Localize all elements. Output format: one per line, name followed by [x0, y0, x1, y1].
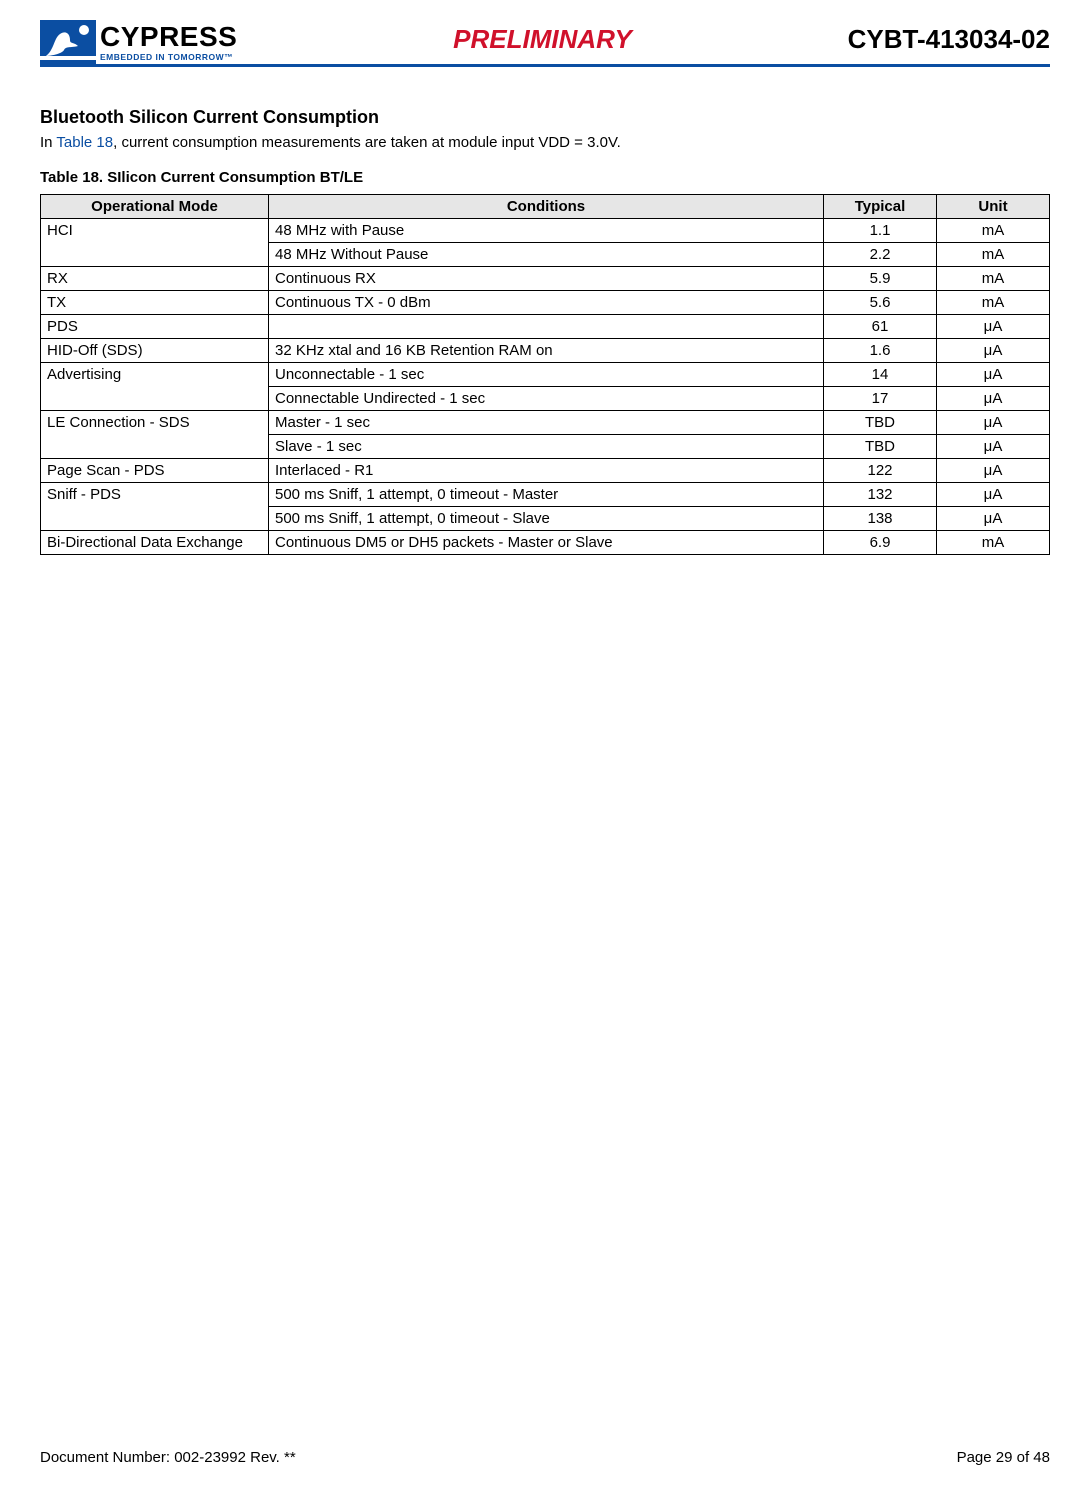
document-number: Document Number: 002-23992 Rev. **: [40, 1449, 296, 1466]
page-header: CYPRESS EMBEDDED IN TOMORROW™ PRELIMINAR…: [40, 20, 1050, 67]
cell-unit: μA: [937, 315, 1050, 339]
cell-conditions: Master - 1 sec: [269, 411, 824, 435]
table-row: LE Connection - SDSMaster - 1 secTBDμA: [41, 411, 1050, 435]
cell-unit: mA: [937, 531, 1050, 555]
section-title: Bluetooth Silicon Current Consumption: [40, 107, 1050, 128]
cell-conditions: Continuous TX - 0 dBm: [269, 291, 824, 315]
intro-suffix: , current consumption measurements are t…: [113, 134, 621, 151]
cell-conditions: Continuous RX: [269, 267, 824, 291]
cell-conditions: Unconnectable - 1 sec: [269, 363, 824, 387]
cell-conditions: 32 KHz xtal and 16 KB Retention RAM on: [269, 339, 824, 363]
table-caption: Table 18. SIlicon Current Consumption BT…: [40, 169, 1050, 186]
cell-mode: LE Connection - SDS: [41, 411, 269, 459]
cell-mode: Page Scan - PDS: [41, 459, 269, 483]
cell-typical: 14: [824, 363, 937, 387]
cell-typical: TBD: [824, 435, 937, 459]
cell-unit: μA: [937, 363, 1050, 387]
cell-unit: mA: [937, 219, 1050, 243]
cell-typical: TBD: [824, 411, 937, 435]
cell-unit: μA: [937, 339, 1050, 363]
company-logo: CYPRESS EMBEDDED IN TOMORROW™: [40, 20, 237, 64]
table-row: Bi-Directional Data ExchangeContinuous D…: [41, 531, 1050, 555]
cell-typical: 5.9: [824, 267, 937, 291]
cell-typical: 2.2: [824, 243, 937, 267]
table-18-link[interactable]: Table 18: [56, 134, 113, 151]
cypress-tree-icon: [40, 20, 96, 64]
cell-unit: μA: [937, 387, 1050, 411]
cell-conditions: Continuous DM5 or DH5 packets - Master o…: [269, 531, 824, 555]
cell-conditions: Slave - 1 sec: [269, 435, 824, 459]
table-row: Sniff - PDS500 ms Sniff, 1 attempt, 0 ti…: [41, 483, 1050, 507]
cell-unit: mA: [937, 243, 1050, 267]
cell-unit: μA: [937, 459, 1050, 483]
cell-conditions: Interlaced - R1: [269, 459, 824, 483]
cell-mode: HID-Off (SDS): [41, 339, 269, 363]
cell-typical: 5.6: [824, 291, 937, 315]
cell-typical: 6.9: [824, 531, 937, 555]
cell-typical: 132: [824, 483, 937, 507]
table-body: HCI48 MHz with Pause1.1mA48 MHz Without …: [41, 219, 1050, 555]
cell-unit: μA: [937, 411, 1050, 435]
table-row: HCI48 MHz with Pause1.1mA: [41, 219, 1050, 243]
cell-conditions: 48 MHz with Pause: [269, 219, 824, 243]
cell-mode: Sniff - PDS: [41, 483, 269, 531]
cell-mode: HCI: [41, 219, 269, 267]
table-row: HID-Off (SDS)32 KHz xtal and 16 KB Reten…: [41, 339, 1050, 363]
table-header-row: Operational Mode Conditions Typical Unit: [41, 195, 1050, 219]
cell-unit: mA: [937, 291, 1050, 315]
col-header-conditions: Conditions: [269, 195, 824, 219]
cell-typical: 17: [824, 387, 937, 411]
cell-unit: μA: [937, 507, 1050, 531]
preliminary-watermark: PRELIMINARY: [453, 24, 632, 55]
table-row: RXContinuous RX5.9mA: [41, 267, 1050, 291]
cell-conditions: Connectable Undirected - 1 sec: [269, 387, 824, 411]
document-code: CYBT-413034-02: [848, 24, 1050, 55]
cell-typical: 61: [824, 315, 937, 339]
cell-unit: μA: [937, 435, 1050, 459]
cell-conditions: 500 ms Sniff, 1 attempt, 0 timeout - Sla…: [269, 507, 824, 531]
header-left: CYPRESS EMBEDDED IN TOMORROW™: [40, 20, 237, 64]
cell-unit: mA: [937, 267, 1050, 291]
cell-typical: 122: [824, 459, 937, 483]
logo-main-text: CYPRESS: [100, 23, 237, 51]
cell-mode: PDS: [41, 315, 269, 339]
cell-typical: 138: [824, 507, 937, 531]
logo-text: CYPRESS EMBEDDED IN TOMORROW™: [100, 23, 237, 62]
cell-mode: RX: [41, 267, 269, 291]
logo-sub-text: EMBEDDED IN TOMORROW™: [100, 53, 237, 62]
section-intro: In Table 18, current consumption measure…: [40, 134, 1050, 151]
cell-typical: 1.6: [824, 339, 937, 363]
table-row: PDS 61μA: [41, 315, 1050, 339]
intro-prefix: In: [40, 134, 56, 151]
col-header-typical: Typical: [824, 195, 937, 219]
col-header-mode: Operational Mode: [41, 195, 269, 219]
table-row: Page Scan - PDSInterlaced - R1122μA: [41, 459, 1050, 483]
page-number: Page 29 of 48: [957, 1449, 1050, 1466]
cell-mode: Bi-Directional Data Exchange: [41, 531, 269, 555]
col-header-unit: Unit: [937, 195, 1050, 219]
cell-conditions: 48 MHz Without Pause: [269, 243, 824, 267]
table-row: AdvertisingUnconnectable - 1 sec14μA: [41, 363, 1050, 387]
cell-mode: Advertising: [41, 363, 269, 411]
current-consumption-table: Operational Mode Conditions Typical Unit…: [40, 194, 1050, 555]
cell-mode: TX: [41, 291, 269, 315]
cell-conditions: [269, 315, 824, 339]
cell-conditions: 500 ms Sniff, 1 attempt, 0 timeout - Mas…: [269, 483, 824, 507]
cell-typical: 1.1: [824, 219, 937, 243]
table-row: TXContinuous TX - 0 dBm5.6mA: [41, 291, 1050, 315]
cell-unit: μA: [937, 483, 1050, 507]
page: CYPRESS EMBEDDED IN TOMORROW™ PRELIMINAR…: [0, 0, 1090, 1494]
page-footer: Document Number: 002-23992 Rev. ** Page …: [40, 1449, 1050, 1466]
